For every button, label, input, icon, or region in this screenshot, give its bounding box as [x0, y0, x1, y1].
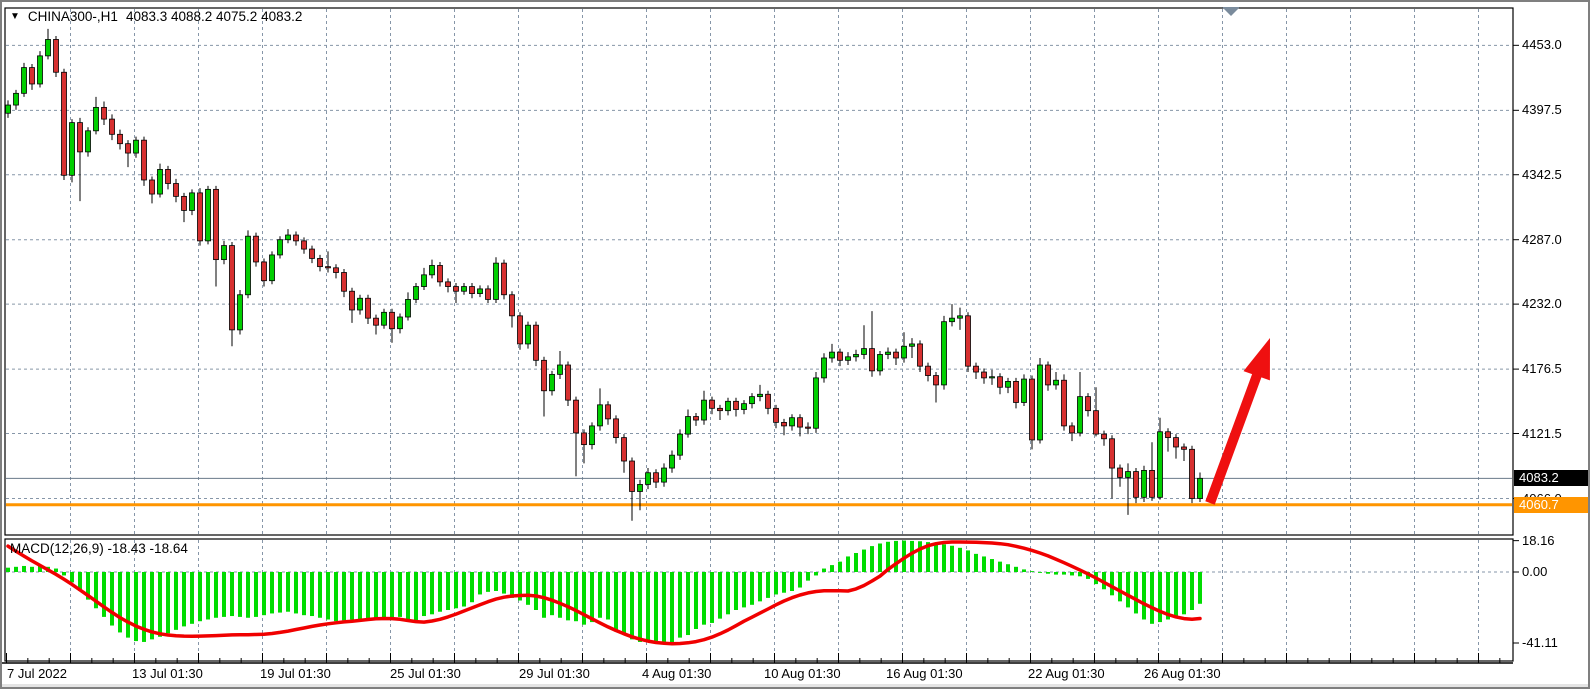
macd-histogram	[6, 541, 1202, 644]
price-axis-label: 4232.0	[1522, 296, 1562, 312]
time-axis-label: 19 Jul 01:30	[260, 666, 331, 681]
time-axis-label: 25 Jul 01:30	[390, 666, 461, 681]
price-axis-label: 4121.5	[1522, 426, 1562, 442]
bottom-scroll-strip[interactable]	[2, 684, 1588, 689]
vertical-gridlines	[71, 9, 1479, 660]
axis-ticks	[7, 45, 1520, 663]
last-bar-marker-icon	[1222, 7, 1240, 16]
symbol-header: ▼ CHINA300-,H1 4083.3 4088.2 4075.2 4083…	[10, 9, 302, 24]
time-axis-label: 22 Aug 01:30	[1028, 666, 1105, 681]
price-axis-label: 4287.0	[1522, 232, 1562, 248]
price-axis-label: 4453.0	[1522, 37, 1562, 53]
time-axis-label: 29 Jul 01:30	[519, 666, 590, 681]
macd-indicator-label: MACD(12,26,9) -18.43 -18.64	[10, 541, 188, 556]
price-axis-label: 4397.5	[1522, 102, 1562, 118]
symbol-title: CHINA300-,H1	[28, 9, 118, 24]
time-axis-label: 4 Aug 01:30	[642, 666, 711, 681]
macd-signal-line	[8, 542, 1200, 644]
current-price-badge: 4083.2	[1514, 470, 1590, 486]
time-axis-label: 7 Jul 2022	[7, 666, 67, 681]
macd-axis-label: -41.11	[1522, 635, 1558, 651]
candles	[6, 29, 1203, 521]
orange-level-badge: 4060.7	[1514, 497, 1590, 513]
time-axis-label: 16 Aug 01:30	[886, 666, 963, 681]
price-axis-label: 4342.5	[1522, 167, 1562, 183]
time-axis-label: 10 Aug 01:30	[764, 666, 841, 681]
chart-canvas[interactable]	[2, 2, 1590, 689]
trading-chart-window: ▼ CHINA300-,H1 4083.3 4088.2 4075.2 4083…	[0, 0, 1590, 689]
up-trend-arrow	[1205, 338, 1270, 505]
chevron-down-icon[interactable]: ▼	[10, 10, 20, 23]
time-axis-label: 13 Jul 01:30	[132, 666, 203, 681]
macd-axis-label: 0.00	[1522, 564, 1547, 580]
macd-axis-label: 18.16	[1522, 533, 1555, 549]
price-axis-label: 4176.5	[1522, 361, 1562, 377]
time-axis-label: 26 Aug 01:30	[1144, 666, 1221, 681]
ohlc-values: 4083.3 4088.2 4075.2 4083.2	[126, 9, 302, 24]
